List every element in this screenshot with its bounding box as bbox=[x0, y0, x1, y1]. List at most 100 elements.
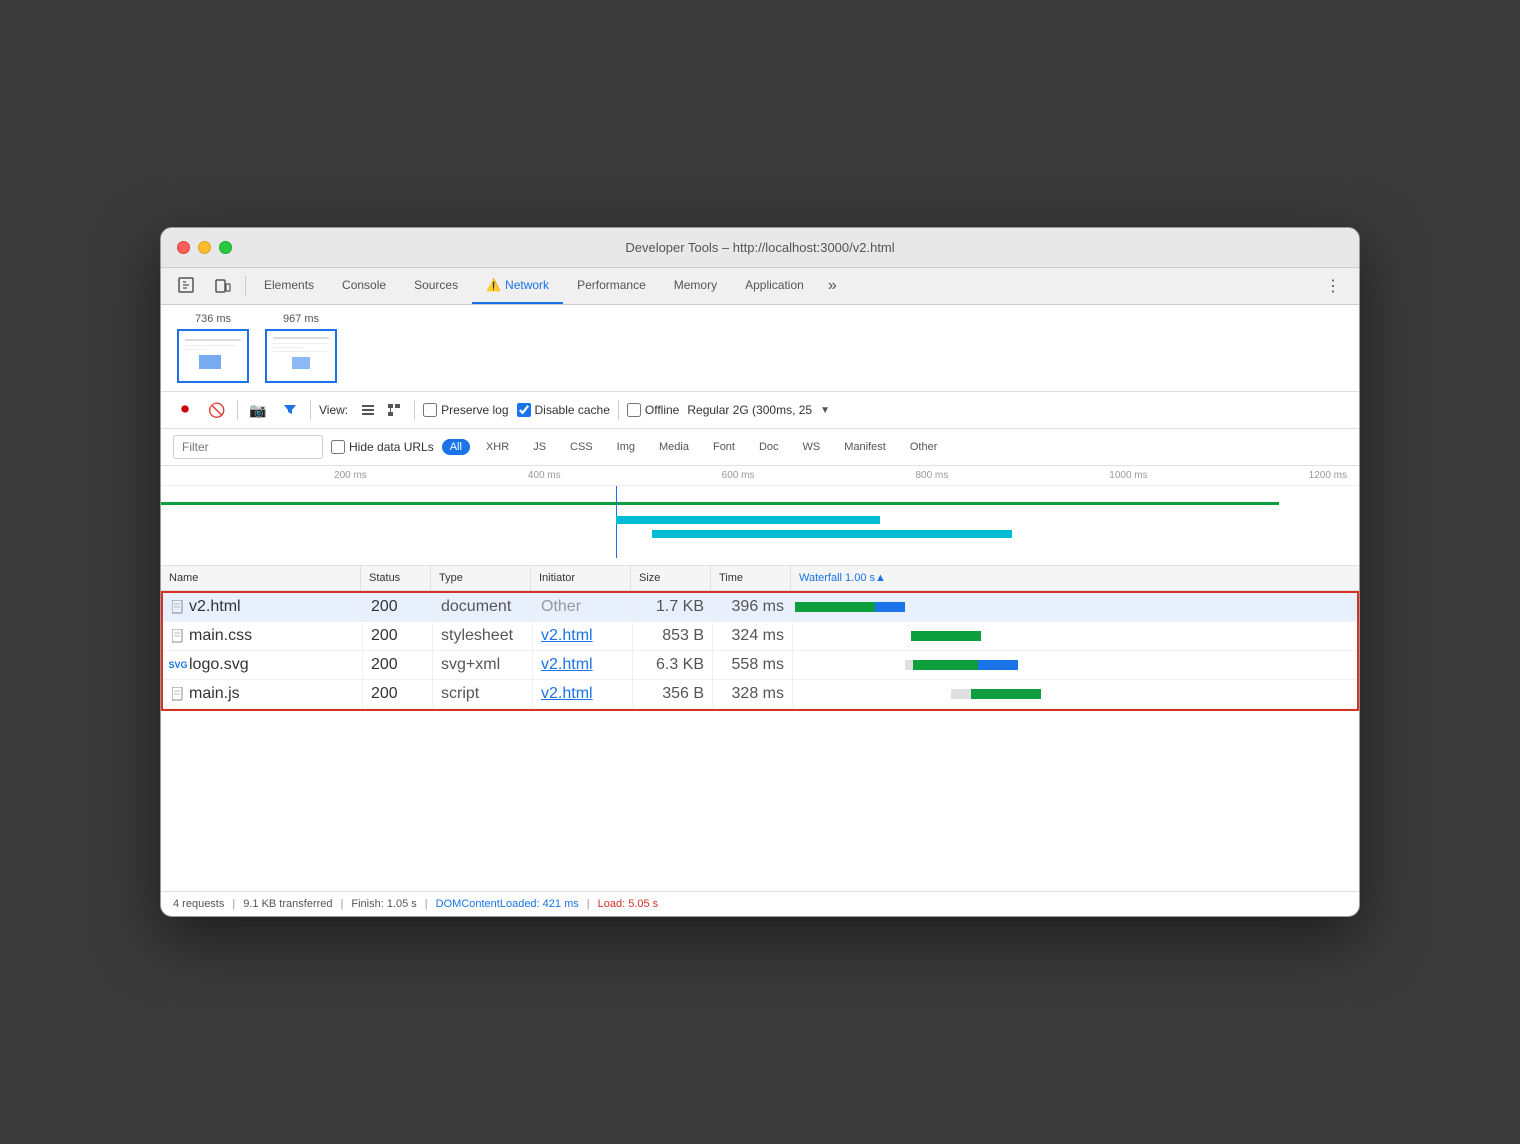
td-initiator-3: v2.html bbox=[533, 680, 633, 708]
td-name-2: SVG logo.svg bbox=[163, 651, 363, 679]
td-initiator-2: v2.html bbox=[533, 651, 633, 679]
tab-application[interactable]: Application bbox=[731, 268, 818, 304]
filter-manifest-button[interactable]: Manifest bbox=[836, 439, 894, 455]
td-name-3: main.js bbox=[163, 680, 363, 708]
filmstrip-thumb-0[interactable] bbox=[177, 329, 249, 383]
filter-all-button[interactable]: All bbox=[442, 439, 470, 455]
status-sep-3: | bbox=[425, 898, 428, 910]
filmstrip-time-1: 967 ms bbox=[283, 313, 319, 325]
filmstrip-thumb-1[interactable] bbox=[265, 329, 337, 383]
filter-media-button[interactable]: Media bbox=[651, 439, 697, 455]
timeline-area: 200 ms 400 ms 600 ms 800 ms 1000 ms 1200… bbox=[161, 466, 1359, 566]
tab-sources[interactable]: Sources bbox=[400, 268, 472, 304]
initiator-link-2[interactable]: v2.html bbox=[541, 656, 593, 674]
td-waterfall-0 bbox=[793, 593, 1357, 621]
tab-performance[interactable]: Performance bbox=[563, 268, 660, 304]
maximize-button[interactable] bbox=[219, 241, 232, 254]
filter-button[interactable] bbox=[278, 398, 302, 422]
filmstrip-item-0[interactable]: 736 ms bbox=[177, 313, 249, 383]
record-button[interactable]: ⏺ bbox=[173, 398, 197, 422]
requests-count: 4 requests bbox=[173, 898, 224, 910]
file-icon-css bbox=[171, 629, 185, 643]
load-time: Load: 5.05 s bbox=[598, 898, 659, 910]
disable-cache-group: Disable cache bbox=[517, 403, 610, 417]
devtools-menu-button[interactable]: ⋮ bbox=[1315, 268, 1351, 304]
td-status-3: 200 bbox=[363, 680, 433, 708]
th-name[interactable]: Name bbox=[161, 566, 361, 590]
more-tabs-button[interactable]: » bbox=[818, 269, 847, 303]
status-sep-2: | bbox=[341, 898, 344, 910]
throttle-selector[interactable]: Regular 2G (300ms, 25 bbox=[687, 403, 812, 417]
th-type[interactable]: Type bbox=[431, 566, 531, 590]
filter-bar: Hide data URLs All XHR JS CSS Img Media … bbox=[161, 429, 1359, 466]
device-toolbar-icon[interactable] bbox=[205, 268, 241, 304]
tab-elements[interactable]: Elements bbox=[250, 268, 328, 304]
table-row[interactable]: main.css 200 stylesheet v2.html 853 B 32… bbox=[163, 622, 1357, 651]
window-title: Developer Tools – http://localhost:3000/… bbox=[625, 240, 894, 255]
initiator-link-3[interactable]: v2.html bbox=[541, 685, 593, 703]
td-size-0: 1.7 KB bbox=[633, 593, 713, 621]
th-size[interactable]: Size bbox=[631, 566, 711, 590]
filter-doc-button[interactable]: Doc bbox=[751, 439, 787, 455]
td-name-0: v2.html bbox=[163, 593, 363, 621]
toolbar-separator-2 bbox=[310, 400, 311, 420]
th-status[interactable]: Status bbox=[361, 566, 431, 590]
table-row[interactable]: SVG logo.svg 200 svg+xml v2.html 6.3 KB … bbox=[163, 651, 1357, 680]
timeline-teal-bar-2 bbox=[652, 530, 1011, 538]
filter-css-button[interactable]: CSS bbox=[562, 439, 601, 455]
file-icon-html bbox=[171, 600, 185, 614]
tab-memory[interactable]: Memory bbox=[660, 268, 731, 304]
close-button[interactable] bbox=[177, 241, 190, 254]
hide-data-urls-checkbox[interactable] bbox=[331, 440, 345, 454]
inspect-element-icon[interactable] bbox=[169, 268, 205, 304]
wf-green-1 bbox=[911, 631, 981, 641]
filter-js-button[interactable]: JS bbox=[525, 439, 554, 455]
initiator-text-0: Other bbox=[541, 598, 581, 616]
file-icon-svg: SVG bbox=[171, 658, 185, 672]
tab-console[interactable]: Console bbox=[328, 268, 400, 304]
td-waterfall-1 bbox=[793, 622, 1357, 650]
filter-img-button[interactable]: Img bbox=[609, 439, 643, 455]
initiator-link-1[interactable]: v2.html bbox=[541, 627, 593, 645]
wf-green-0 bbox=[795, 602, 875, 612]
wf-blue-0 bbox=[875, 602, 905, 612]
throttle-dropdown-arrow[interactable]: ▼ bbox=[820, 405, 830, 416]
td-name-1: main.css bbox=[163, 622, 363, 650]
filter-input[interactable] bbox=[173, 435, 323, 459]
filter-font-button[interactable]: Font bbox=[705, 439, 743, 455]
tree-view-button[interactable] bbox=[382, 398, 406, 422]
td-status-1: 200 bbox=[363, 622, 433, 650]
preserve-log-checkbox[interactable] bbox=[423, 403, 437, 417]
status-bar: 4 requests | 9.1 KB transferred | Finish… bbox=[161, 891, 1359, 916]
list-view-button[interactable] bbox=[356, 398, 380, 422]
td-size-3: 356 B bbox=[633, 680, 713, 708]
file-icon-js bbox=[171, 687, 185, 701]
tab-network[interactable]: ⚠️ Network bbox=[472, 268, 563, 304]
clear-button[interactable]: 🚫 bbox=[205, 398, 229, 422]
filename-0: v2.html bbox=[189, 598, 241, 616]
filter-xhr-button[interactable]: XHR bbox=[478, 439, 517, 455]
th-time[interactable]: Time bbox=[711, 566, 791, 590]
finish-time: Finish: 1.05 s bbox=[351, 898, 416, 910]
filmstrip-item-1[interactable]: 967 ms bbox=[265, 313, 337, 383]
th-initiator[interactable]: Initiator bbox=[531, 566, 631, 590]
filter-other-button[interactable]: Other bbox=[902, 439, 946, 455]
hide-data-urls-label: Hide data URLs bbox=[349, 440, 434, 454]
td-waterfall-3 bbox=[793, 680, 1357, 708]
timeline-label-6: 1200 ms bbox=[1309, 470, 1347, 481]
minimize-button[interactable] bbox=[198, 241, 211, 254]
td-type-3: script bbox=[433, 680, 533, 708]
disable-cache-checkbox[interactable] bbox=[517, 403, 531, 417]
table-row[interactable]: main.js 200 script v2.html 356 B 328 ms bbox=[163, 680, 1357, 709]
th-waterfall[interactable]: Waterfall 1.00 s▲ bbox=[791, 566, 1359, 590]
filmstrip-area: 736 ms 967 ms bbox=[161, 305, 1359, 392]
camera-button[interactable]: 📷 bbox=[246, 398, 270, 422]
offline-checkbox[interactable] bbox=[627, 403, 641, 417]
table-row[interactable]: v2.html 200 document Other 1.7 KB 396 ms bbox=[163, 593, 1357, 622]
filter-ws-button[interactable]: WS bbox=[795, 439, 829, 455]
network-rows-highlight: v2.html 200 document Other 1.7 KB 396 ms bbox=[161, 591, 1359, 711]
network-toolbar: ⏺ 🚫 📷 View: Preserve log Disable cache bbox=[161, 392, 1359, 429]
offline-group: Offline bbox=[627, 403, 679, 417]
toolbar-separator-4 bbox=[618, 400, 619, 420]
timeline-label-3: 600 ms bbox=[722, 470, 755, 481]
